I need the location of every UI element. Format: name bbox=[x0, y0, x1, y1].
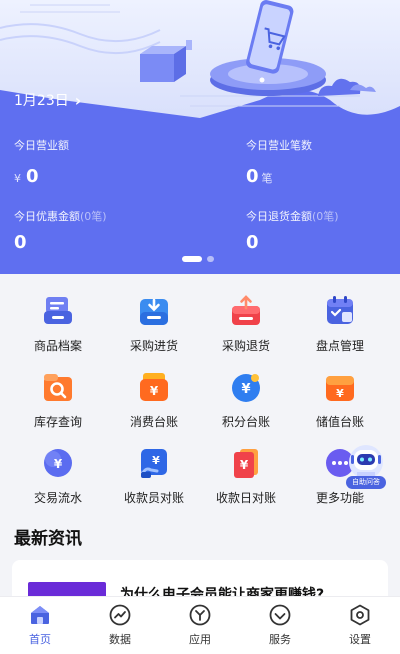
stat-order-count: 今日营业笔数 0笔 bbox=[246, 137, 312, 187]
svg-text:¥: ¥ bbox=[152, 454, 160, 467]
menu-label: 商品档案 bbox=[33, 339, 82, 353]
menu-item-purchase-return[interactable]: 采购退货 bbox=[196, 294, 296, 354]
stat-label: 今日营业额 bbox=[14, 139, 69, 152]
menu-item-stocktake[interactable]: 盘点管理 bbox=[290, 294, 390, 354]
menu-label: 交易流水 bbox=[33, 491, 82, 505]
consumption-ledger-icon: ¥ bbox=[140, 373, 168, 401]
revenue-banner: 1月23日 › 今日营业额 ¥0 今日营业笔数 0笔 今日优惠金额(0笔) 0 … bbox=[0, 0, 400, 274]
carousel-dot-active[interactable] bbox=[182, 256, 202, 262]
menu-item-inventory-search[interactable]: 库存查询 bbox=[8, 370, 108, 430]
svg-text:¥: ¥ bbox=[240, 458, 249, 472]
points-ledger-icon: ¥ bbox=[232, 374, 260, 402]
stat-label: 今日优惠金额(0笔) bbox=[14, 210, 107, 223]
menu-item-stored-value-ledger[interactable]: ¥ 储值台账 bbox=[290, 370, 390, 430]
news-section-title: 最新资讯 bbox=[14, 529, 82, 549]
tab-settings[interactable]: 设置 bbox=[320, 597, 400, 654]
stat-revenue: 今日营业额 ¥0 bbox=[14, 137, 69, 187]
menu-label: 消费台账 bbox=[129, 415, 178, 429]
tab-label: 数据 bbox=[109, 633, 131, 646]
product-archive-icon bbox=[44, 297, 72, 324]
menu-item-cashier-reconcile[interactable]: ¥ 收款员对账 bbox=[104, 446, 204, 506]
transaction-flow-icon: ¥ bbox=[44, 449, 72, 477]
home-icon bbox=[31, 606, 49, 624]
stored-value-ledger-icon: ¥ bbox=[326, 376, 354, 401]
tab-service[interactable]: 服务 bbox=[240, 597, 320, 654]
menu-label: 收款日对账 bbox=[215, 491, 276, 505]
service-icon bbox=[269, 604, 291, 626]
stat-value: 0 bbox=[246, 166, 259, 187]
menu-item-purchase-in[interactable]: 采购进货 bbox=[104, 294, 204, 354]
menu-label: 更多功能 bbox=[315, 491, 364, 505]
menu-item-consumption-ledger[interactable]: ¥ 消费台账 bbox=[104, 370, 204, 430]
menu-label: 储值台账 bbox=[315, 415, 364, 429]
carousel-dot[interactable] bbox=[207, 256, 214, 262]
tab-label: 首页 bbox=[29, 633, 51, 646]
menu-label: 积分台账 bbox=[221, 415, 270, 429]
tab-apps[interactable]: 应用 bbox=[160, 597, 240, 654]
stat-refund: 今日退货金额(0笔) 0 bbox=[246, 208, 339, 253]
menu-item-product-archive[interactable]: 商品档案 bbox=[8, 294, 108, 354]
cashier-reconcile-icon: ¥ bbox=[141, 449, 167, 478]
menu-item-daily-reconcile[interactable]: ¥ 收款日对账 bbox=[196, 446, 296, 506]
stat-value: 0 bbox=[14, 232, 27, 253]
svg-text:¥: ¥ bbox=[241, 382, 250, 397]
stocktake-icon bbox=[327, 296, 353, 324]
apps-icon bbox=[189, 604, 211, 626]
svg-text:¥: ¥ bbox=[150, 384, 159, 398]
tab-label: 设置 bbox=[349, 633, 371, 646]
date-text: 1月23日 bbox=[14, 93, 69, 109]
svg-text:¥: ¥ bbox=[336, 387, 344, 400]
menu-label: 采购退货 bbox=[221, 339, 270, 353]
settings-icon bbox=[350, 604, 370, 626]
data-chart-icon bbox=[109, 604, 131, 626]
inventory-search-icon bbox=[44, 374, 72, 401]
menu-label: 收款员对账 bbox=[123, 491, 184, 505]
tab-label: 应用 bbox=[189, 633, 211, 646]
date-selector[interactable]: 1月23日 › bbox=[14, 90, 81, 110]
svg-text:¥: ¥ bbox=[54, 457, 63, 471]
bottom-tab-bar: 首页 数据 应用 服务 设置 bbox=[0, 596, 400, 654]
tab-label: 服务 bbox=[269, 633, 291, 646]
tab-home[interactable]: 首页 bbox=[0, 597, 80, 654]
menu-label: 采购进货 bbox=[129, 339, 178, 353]
daily-reconcile-icon: ¥ bbox=[234, 449, 258, 478]
purchase-in-icon bbox=[140, 298, 168, 325]
menu-item-points-ledger[interactable]: ¥ 积分台账 bbox=[196, 370, 296, 430]
chevron-right-icon: › bbox=[74, 90, 82, 110]
menu-label: 库存查询 bbox=[33, 415, 82, 429]
stat-value: 0 bbox=[246, 232, 259, 253]
tab-data[interactable]: 数据 bbox=[80, 597, 160, 654]
carousel-indicator bbox=[182, 256, 214, 262]
stat-unit: 笔 bbox=[261, 172, 273, 185]
purchase-return-icon bbox=[232, 295, 260, 325]
stat-discount: 今日优惠金额(0笔) 0 bbox=[14, 208, 107, 253]
menu-label: 盘点管理 bbox=[315, 339, 364, 353]
stat-label: 今日退货金额(0笔) bbox=[246, 210, 339, 223]
menu-item-transaction-flow[interactable]: ¥ 交易流水 bbox=[8, 446, 108, 506]
stat-label: 今日营业笔数 bbox=[246, 139, 312, 152]
stat-value: 0 bbox=[26, 166, 39, 187]
assistant-label[interactable]: 自助问答 bbox=[346, 476, 386, 489]
currency-symbol: ¥ bbox=[14, 172, 21, 185]
